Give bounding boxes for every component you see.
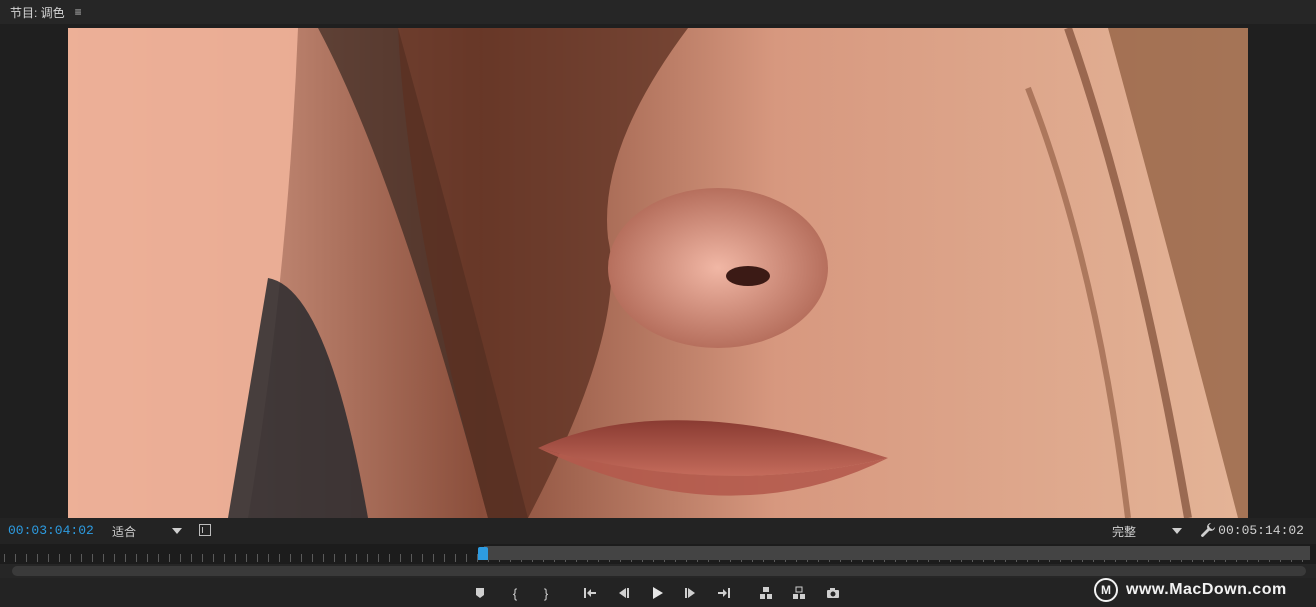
extract-button[interactable] <box>791 585 807 601</box>
chevron-down-icon <box>172 528 182 534</box>
extract-icon <box>793 586 805 599</box>
step-back-button[interactable] <box>615 585 631 601</box>
mark-in-icon: { <box>512 585 518 601</box>
panel-title: 节目: 调色 <box>10 5 65 20</box>
go-to-in-button[interactable] <box>582 585 598 601</box>
marker-icon <box>476 588 484 598</box>
wrench-icon[interactable] <box>1200 522 1216 538</box>
monitor-controls: 00:03:04:02 适合 完整 00:05:14:02 <box>0 518 1316 544</box>
mark-in-button[interactable]: { <box>507 585 523 601</box>
export-frame-button[interactable] <box>825 585 841 601</box>
go-to-out-button[interactable] <box>716 585 732 601</box>
zoom-level-dropdown[interactable]: 适合 <box>106 522 188 540</box>
play-button[interactable] <box>649 585 665 601</box>
zoom-scrollbar-thumb[interactable] <box>12 566 1306 576</box>
lift-icon <box>760 587 772 599</box>
watermark-text: www.MacDown.com <box>1126 581 1287 598</box>
lift-button[interactable] <box>758 585 774 601</box>
timeline-ruler[interactable] <box>0 544 1316 578</box>
playback-resolution-dropdown[interactable]: 完整 <box>1106 522 1188 540</box>
mark-out-button[interactable]: } <box>538 585 554 601</box>
go-to-out-icon <box>718 588 730 598</box>
hamburger-menu-icon[interactable]: ≡ <box>75 5 82 19</box>
watermark-logo-icon: M <box>1094 578 1118 602</box>
chevron-down-icon <box>1172 528 1182 534</box>
step-back-icon <box>619 588 629 598</box>
watermark: M www.MacDown.com <box>1094 577 1287 603</box>
go-to-in-icon <box>584 588 596 598</box>
video-frame <box>68 28 1248 518</box>
playback-resolution-value: 完整 <box>1112 524 1137 539</box>
step-forward-button[interactable] <box>683 585 699 601</box>
video-frame-image <box>68 28 1248 518</box>
playhead-handle[interactable] <box>478 547 488 560</box>
safe-margins-icon[interactable] <box>199 524 211 536</box>
duration-timecode: 00:05:14:02 <box>1218 523 1304 538</box>
camera-icon <box>827 588 839 598</box>
zoom-level-value: 适合 <box>112 524 137 539</box>
play-icon <box>653 587 663 599</box>
program-monitor-header: 节目: 调色 ≡ <box>0 0 1316 24</box>
add-marker-button[interactable] <box>472 585 488 601</box>
mark-out-icon: } <box>543 585 549 601</box>
played-range-bar <box>484 546 1310 560</box>
program-viewer[interactable] <box>0 24 1316 518</box>
step-forward-icon <box>685 588 695 598</box>
current-timecode[interactable]: 00:03:04:02 <box>8 523 94 538</box>
